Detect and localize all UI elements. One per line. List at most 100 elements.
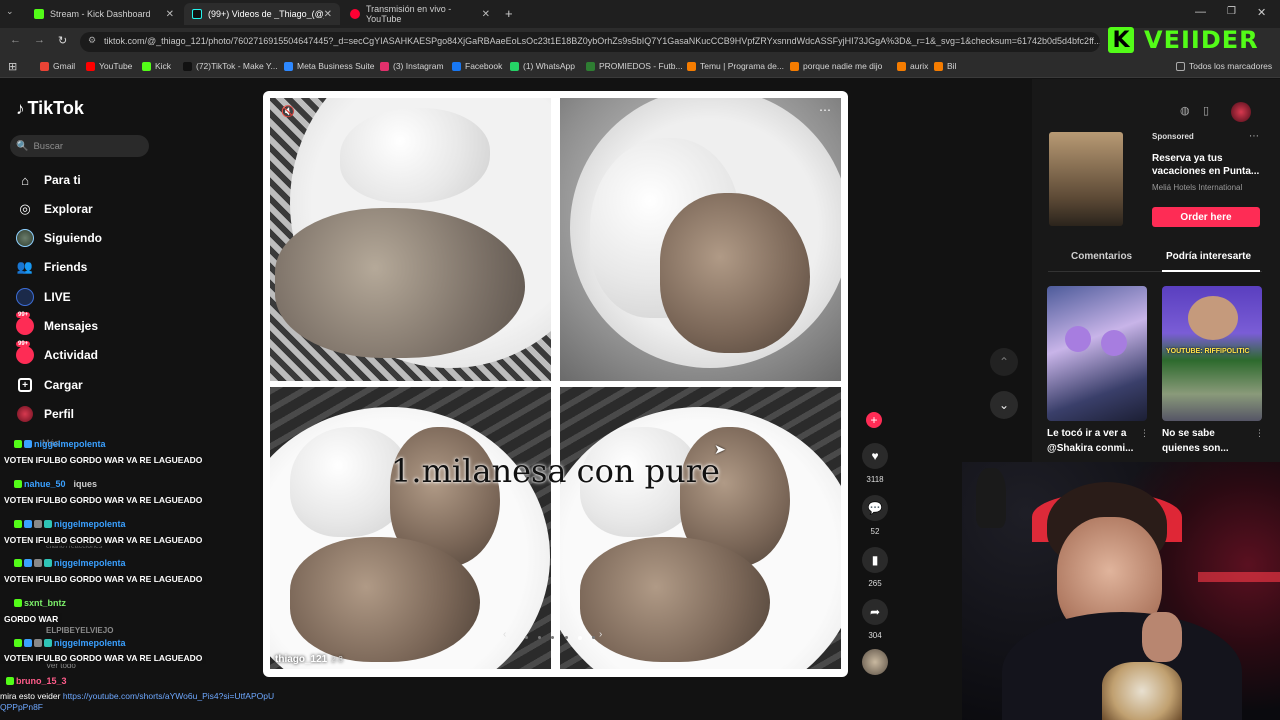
- comment-button[interactable]: 💬 52: [861, 495, 889, 536]
- close-tab-icon[interactable]: ✕: [166, 9, 174, 20]
- apps-grid-icon[interactable]: ⊞: [8, 60, 17, 73]
- bookmark-item[interactable]: porque nadie me dijo: [790, 61, 882, 71]
- tab-comentarios[interactable]: Comentarios: [1071, 251, 1132, 262]
- nav-item-perfil[interactable]: Perfil: [16, 405, 74, 423]
- bookmark-item[interactable]: Gmail: [40, 61, 75, 71]
- chat-message: VOTEN IFULBO GORDO WAR VA RE LAGUEADO: [0, 454, 207, 466]
- close-tab-icon[interactable]: ✕: [324, 9, 332, 20]
- ad-thumbnail[interactable]: [1049, 132, 1123, 226]
- nav-item-cargar[interactable]: + Cargar: [16, 376, 83, 394]
- bookmark-item[interactable]: (3) Instagram: [380, 61, 444, 71]
- bookmark-item[interactable]: Temu | Programa de...: [687, 61, 784, 71]
- nav-item-mensajes[interactable]: 99+ Mensajes: [16, 312, 98, 335]
- close-tab-icon[interactable]: ✕: [482, 9, 490, 20]
- card-more-icon[interactable]: ⋮: [1140, 428, 1149, 439]
- new-tab-button[interactable]: +: [505, 6, 513, 21]
- url-input[interactable]: ⚙ tiktok.com/@_thiago_121/photo/76027169…: [80, 32, 1100, 52]
- chat-username[interactable]: niggelmepolenta: [14, 558, 126, 568]
- previous-post-button[interactable]: ⌃: [990, 348, 1018, 376]
- tiktok-favicon-icon: [192, 9, 202, 19]
- tab-search-icon[interactable]: ⌄: [6, 6, 14, 17]
- bookmark-item[interactable]: aurix: [897, 61, 928, 71]
- nav-item-siguiendo[interactable]: Siguiendo: [16, 229, 102, 247]
- ad-order-button[interactable]: Order here: [1152, 207, 1260, 227]
- chat-message-link: mira esto veider https://youtube.com/sho…: [0, 691, 280, 713]
- card-more-icon[interactable]: ⋮: [1255, 428, 1264, 439]
- photo-caption: 1.milanesa con pure: [391, 452, 720, 490]
- post-author[interactable]: thiago_121 2-3: [275, 654, 343, 665]
- more-options-icon[interactable]: ⋯: [819, 103, 831, 117]
- minimize-icon[interactable]: —: [1195, 6, 1206, 18]
- bookmark-item[interactable]: Meta Business Suite: [284, 61, 374, 71]
- search-placeholder: Buscar: [33, 140, 64, 152]
- bookmark-item[interactable]: PROMIEDOS - Futb...: [586, 61, 683, 71]
- all-bookmarks-button[interactable]: Todos los marcadores: [1176, 61, 1272, 71]
- nav-item-live[interactable]: LIVE: [16, 288, 71, 306]
- coins-icon[interactable]: ◍: [1180, 104, 1190, 117]
- forward-icon[interactable]: →: [34, 34, 45, 46]
- back-icon[interactable]: ←: [10, 34, 21, 46]
- card-caption[interactable]: No se sabe quienes son...: [1162, 426, 1254, 456]
- tab-podria-interesarte[interactable]: Podría interesarte: [1166, 251, 1251, 262]
- card-caption[interactable]: Le tocó ir a ver a @Shakira conmi...: [1047, 426, 1139, 456]
- tiktok-wordmark: TikTok: [27, 98, 84, 118]
- next-post-button[interactable]: ⌄: [990, 391, 1018, 419]
- tiktok-logo[interactable]: ♪ TikTok: [16, 98, 84, 119]
- food-photo-1: [270, 98, 551, 381]
- nav-item-friends[interactable]: 👥 Friends: [16, 258, 87, 276]
- food-photo-2: [560, 98, 841, 381]
- ad-more-icon[interactable]: ⋯: [1249, 131, 1259, 142]
- badge-count: 99+: [16, 341, 31, 347]
- bookmark-item[interactable]: YouTube: [86, 61, 132, 71]
- follow-plus-button[interactable]: +: [866, 412, 882, 428]
- chat-username[interactable]: bruno_15_3: [6, 676, 67, 686]
- reload-icon[interactable]: ↻: [58, 34, 67, 47]
- carousel-prev-icon[interactable]: ‹: [503, 629, 506, 640]
- search-input[interactable]: 🔍 Buscar: [10, 135, 149, 157]
- bookmark-favicon-icon: [380, 61, 389, 71]
- chat-username-text: bruno_15_3: [16, 676, 67, 686]
- nav-item-actividad[interactable]: 99+ Actividad: [16, 341, 99, 364]
- device-icon[interactable]: ▯: [1203, 104, 1209, 117]
- bookmark-item[interactable]: (72)TikTok - Make Y...: [183, 61, 278, 71]
- carousel-next-icon[interactable]: ›: [599, 629, 602, 640]
- tab-youtube-live[interactable]: Transmisión en vivo - YouTube ✕: [342, 3, 498, 25]
- chat-message: VOTEN IFULBO GORDO WAR VA RE LAGUEADO: [0, 573, 207, 585]
- save-button[interactable]: ▮ 265: [861, 547, 889, 588]
- like-button[interactable]: ♥ 3118: [861, 443, 889, 484]
- maximize-icon[interactable]: ❐: [1227, 6, 1236, 17]
- suggested-video-card-2[interactable]: YOUTUBE: RIFFIPOLITIC: [1162, 286, 1262, 421]
- bookmark-favicon-icon: [790, 61, 799, 71]
- site-info-icon[interactable]: ⚙: [88, 35, 96, 46]
- kick-logo-text: VEIIDER: [1144, 26, 1259, 54]
- chat-username-text: nahue_50: [24, 479, 66, 489]
- avatar[interactable]: [1231, 102, 1251, 122]
- chat-username[interactable]: nahue_50 iques: [14, 479, 97, 489]
- chat-username[interactable]: sxnt_bntz: [14, 598, 66, 608]
- chat-username[interactable]: niggelmepolenta: [14, 638, 126, 648]
- share-button[interactable]: ➦ 304: [861, 599, 889, 640]
- tab-kick-dashboard[interactable]: Stream - Kick Dashboard ✕: [26, 3, 182, 25]
- chat-username[interactable]: niggelmepolenta: [14, 519, 126, 529]
- chat-message-fragment: iques: [73, 479, 98, 489]
- bookmark-item[interactable]: Bil: [934, 61, 956, 71]
- save-count: 265: [868, 579, 882, 588]
- chat-message-text: mira esto veider: [0, 691, 61, 701]
- bookmark-item[interactable]: Kick: [142, 61, 171, 71]
- sound-disc-icon[interactable]: [862, 649, 888, 675]
- close-window-icon[interactable]: ✕: [1257, 6, 1266, 19]
- chat-username-text: sxnt_bntz: [24, 598, 67, 608]
- photo-post-media[interactable]: 1.milanesa con pure 🔇 ⋯ ‹ › thiago_121 2…: [263, 91, 848, 677]
- nav-label: Actividad: [44, 348, 99, 362]
- bookmark-favicon-icon: [284, 61, 293, 71]
- chat-username[interactable]: niggelmepolenta: [14, 439, 106, 449]
- suggested-video-card-1[interactable]: [1047, 286, 1147, 421]
- tab-tiktok-videos[interactable]: (99+) Videos de _Thiago_(@_th ✕: [184, 3, 340, 25]
- mute-icon[interactable]: 🔇: [281, 105, 295, 118]
- bookmark-item[interactable]: (1) WhatsApp: [510, 61, 575, 71]
- nav-item-para-ti[interactable]: ⌂ Para ti: [16, 171, 81, 189]
- nav-item-explorar[interactable]: ◎ Explorar: [16, 200, 92, 218]
- bookmark-item[interactable]: Facebook: [452, 61, 502, 71]
- ad-title[interactable]: Reserva ya tus vacaciones en Punta...: [1152, 152, 1262, 178]
- chat-message: VOTEN IFULBO GORDO WAR VA RE LAGUEADO: [0, 652, 207, 664]
